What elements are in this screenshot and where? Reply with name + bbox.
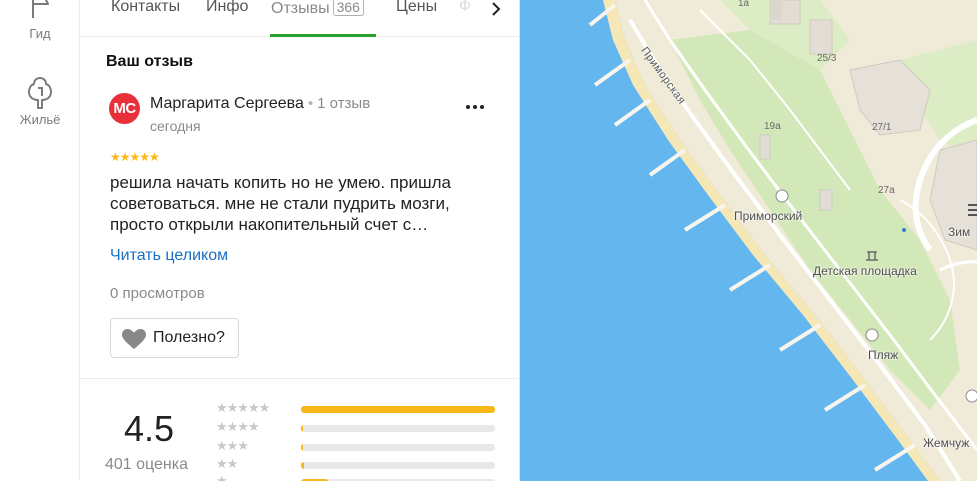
active-tab-indicator <box>270 34 376 37</box>
tab-label: Отзывы <box>271 0 330 17</box>
dist-stars: ★★★ <box>216 438 249 453</box>
dist-fill <box>301 462 304 469</box>
details-panel: Контакты Инфо Отзывы366 Цены Ф Ваш отзыв… <box>80 0 520 481</box>
sidebar-item-guide[interactable]: Гид <box>0 0 80 41</box>
map[interactable]: Приморская Приморский Детская площадка П… <box>520 0 977 481</box>
author-name[interactable]: Маргарита Сергеева <box>150 95 304 112</box>
your-review-title: Ваш отзыв <box>106 53 193 70</box>
divider <box>80 378 519 379</box>
useful-label: Полезно? <box>153 329 225 346</box>
sidebar-item-label: Жильё <box>19 112 61 127</box>
tab-info[interactable]: Инфо <box>206 0 248 16</box>
dist-track <box>301 462 495 469</box>
map-canvas[interactable] <box>520 0 977 481</box>
read-full-link[interactable]: Читать целиком <box>110 247 228 265</box>
left-rail: Гид Жильё <box>0 0 80 481</box>
tab-reviews[interactable]: Отзывы 366 <box>271 0 364 18</box>
dist-stars: ★ <box>216 473 228 481</box>
house-number: 19а <box>764 121 781 132</box>
flag-icon <box>32 0 49 18</box>
author-review-count: 1 отзыв <box>317 95 371 112</box>
map-poi-playground[interactable]: Детская площадка <box>813 264 917 278</box>
review-text: решила начать копить но не умею. пришла … <box>110 173 452 234</box>
rating-dist-row[interactable]: ★★★★★ <box>216 400 496 415</box>
useful-button[interactable]: Полезно? <box>110 318 239 358</box>
dist-track <box>301 406 495 413</box>
dist-fill <box>301 444 303 451</box>
house-number: 27/1 <box>872 122 892 133</box>
tab-prices[interactable]: Цены <box>396 0 437 16</box>
sidebar-item-label: Гид <box>29 26 51 41</box>
review-author: Маргарита Сергеева • 1 отзыв <box>150 95 371 112</box>
rating-value: 4.5 <box>124 408 175 449</box>
heart-icon <box>122 329 146 349</box>
dist-stars: ★★★★★ <box>216 400 270 415</box>
rating-count: 401 оценка <box>105 456 189 473</box>
chevron-right-icon[interactable] <box>484 0 508 22</box>
dist-fill <box>301 425 303 432</box>
house-number: 1а <box>738 0 750 9</box>
dist-fill <box>301 406 495 413</box>
map-poi-beach[interactable]: Пляж <box>868 348 898 362</box>
map-poi-zhemchuzh[interactable]: Жемчуж <box>923 436 969 450</box>
avatar[interactable]: МС <box>109 93 140 124</box>
map-poi-zim[interactable]: Зим <box>948 225 970 239</box>
rating-dist-row[interactable]: ★★ <box>216 456 496 471</box>
rating-dist-row[interactable]: ★ <box>216 473 496 481</box>
dist-stars: ★★★★ <box>216 419 260 434</box>
house-number: 25/3 <box>817 53 837 64</box>
dist-stars: ★★ <box>216 456 238 471</box>
hotel-icon <box>28 77 52 109</box>
reviews-count-badge: 366 <box>332 0 364 16</box>
review-stars: ★★★★★ <box>110 150 160 164</box>
more-options-icon[interactable] <box>463 97 487 117</box>
sidebar-item-housing[interactable]: Жильё <box>0 76 80 127</box>
dist-track <box>301 444 495 451</box>
rating-dist-row[interactable]: ★★★ <box>216 438 496 453</box>
map-poi-primorsky[interactable]: Приморский <box>734 209 802 223</box>
tab-bar: Контакты Инфо Отзывы366 Цены Ф <box>80 0 519 37</box>
review-date: сегодня <box>150 118 201 134</box>
tab-contacts[interactable]: Контакты <box>111 0 180 16</box>
views-count: 0 просмотров <box>110 285 205 302</box>
house-number: 27а <box>878 185 895 196</box>
dist-track <box>301 425 495 432</box>
rating-dist-row[interactable]: ★★★★ <box>216 419 496 434</box>
